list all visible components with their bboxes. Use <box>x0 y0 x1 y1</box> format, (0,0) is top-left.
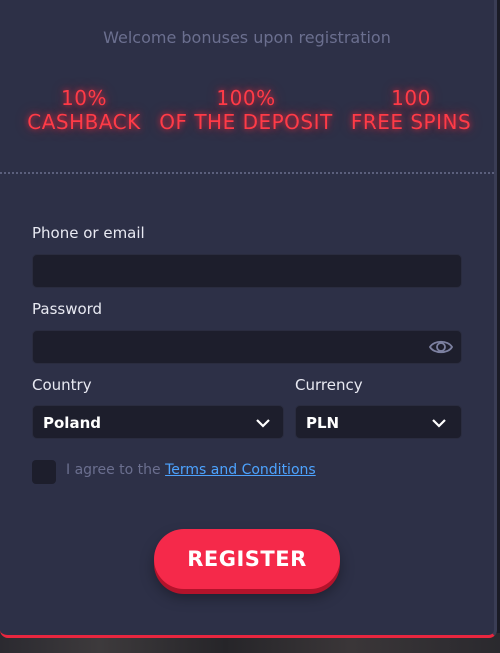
bonus-cashback: 10% CASHBACK <box>20 86 148 134</box>
chevron-down-icon <box>431 415 447 434</box>
bonus-deposit-label: OF THE DEPOSIT <box>159 110 333 134</box>
terms-checkbox[interactable] <box>32 460 56 484</box>
phone-email-input[interactable] <box>32 254 462 288</box>
terms-link[interactable]: Terms and Conditions <box>165 462 316 478</box>
chevron-down-icon <box>255 415 271 434</box>
eye-icon[interactable] <box>428 337 454 357</box>
bonus-free-spins: 100 FREE SPINS <box>346 86 476 134</box>
country-value: Poland <box>43 414 101 432</box>
bonus-deposit: 100% OF THE DEPOSIT <box>153 86 339 134</box>
bonus-cashback-value: 10% <box>61 86 107 110</box>
currency-select[interactable]: PLN <box>295 405 462 439</box>
currency-value: PLN <box>306 414 340 432</box>
bonus-list: 10% CASHBACK 100% OF THE DEPOSIT 100 FRE… <box>0 86 494 146</box>
currency-label: Currency <box>295 376 363 394</box>
password-input[interactable] <box>32 330 462 364</box>
phone-label: Phone or email <box>32 224 145 242</box>
agree-text: I agree to the <box>66 462 161 478</box>
country-label: Country <box>32 376 92 394</box>
bonus-free-spins-label: FREE SPINS <box>350 110 472 134</box>
bonus-cashback-label: CASHBACK <box>27 110 141 134</box>
register-button[interactable]: REGISTER <box>154 529 340 589</box>
bonus-free-spins-value: 100 <box>391 86 431 110</box>
registration-panel: Welcome bonuses upon registration 10% CA… <box>0 0 497 638</box>
bonus-deposit-value: 100% <box>216 86 276 110</box>
password-label: Password <box>32 300 103 318</box>
terms-agreement: I agree to the Terms and Conditions <box>66 462 316 478</box>
country-select[interactable]: Poland <box>32 405 284 439</box>
welcome-heading: Welcome bonuses upon registration <box>103 28 391 47</box>
divider <box>0 172 494 174</box>
